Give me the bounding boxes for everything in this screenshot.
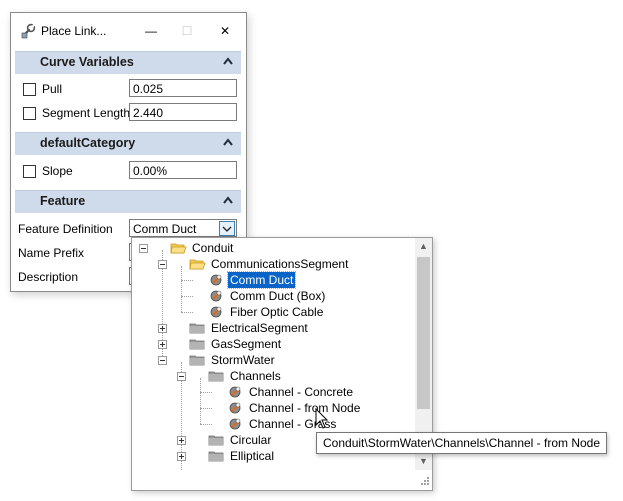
mouse-cursor-icon: [315, 408, 329, 429]
tree-expander-icon[interactable]: [177, 436, 186, 445]
title-bar[interactable]: Place Link... — ☐ ✕: [11, 13, 246, 47]
folder-closed-icon: [208, 371, 224, 382]
slope-label: Slope: [42, 164, 73, 178]
segment-length-field[interactable]: 2.440: [129, 103, 237, 121]
scroll-down-arrow-icon[interactable]: ▼: [415, 453, 432, 470]
segment-length-label: Segment Length: [42, 106, 131, 120]
chevron-up-icon[interactable]: [223, 57, 233, 65]
feature-definition-value: Comm Duct: [133, 222, 197, 236]
tree-node-label: Channel - Concrete: [249, 385, 354, 399]
tree-node-label: Channel - from Node: [249, 401, 361, 415]
folder-closed-icon: [189, 339, 205, 350]
tree-node-label: CommunicationsSegment: [211, 257, 349, 271]
dropdown-button[interactable]: [219, 221, 235, 236]
tree-node-label: Circular: [230, 433, 272, 447]
close-button[interactable]: ✕: [209, 19, 241, 43]
chevron-up-icon[interactable]: [223, 196, 233, 204]
folder-closed-icon: [208, 435, 224, 446]
tree-expander-icon[interactable]: [158, 260, 167, 269]
feature-icon: [229, 402, 241, 414]
tree-node-label: Channels: [230, 369, 281, 383]
folder-closed-icon: [208, 451, 224, 462]
folder-open-icon: [170, 243, 187, 254]
tree-path-tooltip: Conduit\StormWater\Channels\Channel - fr…: [316, 432, 608, 454]
tree-node-label: ElectricalSegment: [211, 321, 308, 335]
scroll-thumb[interactable]: [417, 257, 430, 409]
tree-expander-icon[interactable]: [177, 452, 186, 461]
tree-node-label: Conduit: [192, 241, 234, 255]
tree-expander-icon[interactable]: [177, 372, 186, 381]
feature-icon: [229, 386, 241, 398]
wrench-icon: [21, 23, 36, 39]
slope-field[interactable]: 0.00%: [129, 161, 237, 179]
tree-expander-icon[interactable]: [158, 324, 167, 333]
window-title: Place Link...: [41, 24, 107, 38]
tree-node-label: GasSegment: [211, 337, 282, 351]
section-header-feature[interactable]: Feature: [15, 190, 241, 213]
tree-node-label: Comm Duct (Box): [230, 289, 326, 303]
section-title: defaultCategory: [40, 136, 136, 150]
tree-node-label: Fiber Optic Cable: [230, 305, 324, 319]
feature-icon: [210, 274, 222, 286]
tree-node-label: Elliptical: [230, 449, 275, 463]
tree-expander-icon[interactable]: [139, 244, 148, 253]
tree-expander-icon[interactable]: [158, 340, 167, 349]
feature-definition-dropdown[interactable]: Comm Duct: [129, 219, 237, 237]
folder-closed-icon: [189, 323, 205, 334]
maximize-button[interactable]: ☐: [171, 19, 203, 43]
resize-grip-icon[interactable]: [418, 476, 430, 488]
pull-checkbox[interactable]: [23, 83, 36, 96]
section-title: Feature: [40, 194, 86, 208]
folder-open-icon: [189, 259, 206, 270]
pull-label: Pull: [42, 82, 63, 96]
minimize-button[interactable]: —: [135, 19, 167, 43]
section-header-curve-variables[interactable]: Curve Variables: [15, 51, 241, 74]
feature-definition-label: Feature Definition: [18, 222, 113, 236]
section-header-default-category[interactable]: defaultCategory: [15, 132, 241, 155]
feature-icon: [210, 290, 222, 302]
chevron-up-icon[interactable]: [223, 138, 233, 146]
tree-node-label: Comm Duct: [226, 271, 297, 289]
tree-expander-icon[interactable]: [158, 356, 167, 365]
folder-closed-icon: [189, 355, 205, 366]
scroll-up-arrow-icon[interactable]: ▲: [415, 238, 432, 255]
name-prefix-label: Name Prefix: [18, 246, 85, 260]
segment-length-checkbox[interactable]: [23, 107, 36, 120]
feature-icon: [210, 306, 222, 318]
pull-field[interactable]: 0.025: [129, 79, 237, 97]
chevron-down-icon: [222, 226, 232, 232]
tree-node-label: StormWater: [211, 353, 275, 367]
slope-checkbox[interactable]: [23, 165, 36, 178]
description-label: Description: [18, 270, 79, 284]
section-title: Curve Variables: [40, 55, 134, 69]
feature-icon: [229, 418, 241, 430]
